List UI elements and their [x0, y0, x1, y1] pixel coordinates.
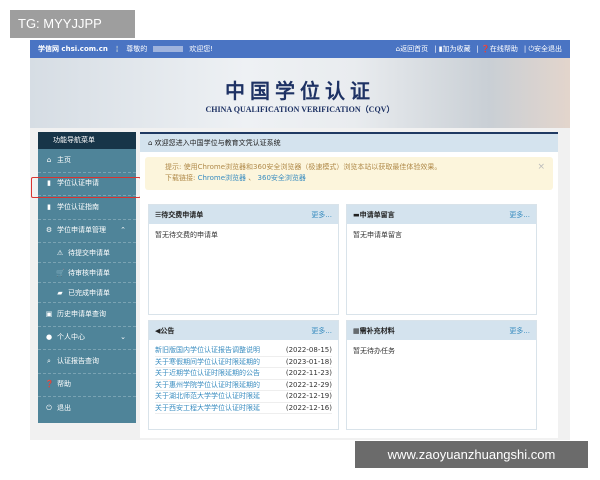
help-icon: ❓: [481, 45, 490, 53]
bookmark-link[interactable]: | ▮加为收藏: [434, 44, 470, 54]
logout-link[interactable]: | ⏻安全退出: [524, 44, 562, 54]
page-frame: 学信网 chsi.com.cn ¦ 尊敬的 欢迎您! ⌂返回首页 | ▮加为收藏…: [30, 40, 570, 440]
empty-text: 暂无待交费的申请单: [155, 231, 218, 239]
cart-icon: 🛒: [56, 268, 65, 277]
sidebar-item-personal-center[interactable]: ● 个人中心 ⌄: [38, 327, 136, 350]
watermark-top-left: TG: MYYJJPP: [10, 10, 135, 38]
chrome-download-link[interactable]: Chrome浏览器: [198, 174, 246, 182]
notices-panel: ◀ 公告 更多... 新旧版国内学位认证报告调整说明 (2022-08-15) 关于…: [148, 320, 339, 430]
main-content: ⌂ 欢迎您进入中国学位与教育文凭认证系统 提示: 使用Chrome浏览器和360…: [140, 132, 558, 438]
sidebar: 功能导航菜单 ⌂ 主页 ▮ 学位认证申请 ▮ 学位认证指南 ⚙ 学位申请单管理 ⌃ ⚠ 待提…: [38, 132, 136, 423]
site-link[interactable]: 学信网 chsi.com.cn: [38, 44, 108, 54]
gear-icon: ⚙: [45, 226, 53, 234]
search-icon: ⌕: [47, 356, 51, 365]
notice-item: 关于寒假期间学位认证时限延期的 (2023-01-18): [155, 357, 332, 368]
more-link[interactable]: 更多...: [311, 210, 332, 220]
alert-text: 提示: 使用Chrome浏览器和360安全浏览器（极速模式）浏览本站以获取最佳体…: [165, 163, 442, 171]
sidebar-header: 功能导航菜单: [38, 132, 136, 149]
chevron-up-icon: ⌃: [120, 226, 126, 234]
360-download-link[interactable]: 360安全浏览器: [258, 174, 306, 182]
notice-item: 关于惠州学院学位认证时限延期的 (2022-12-29): [155, 380, 332, 391]
browser-tip-alert: 提示: 使用Chrome浏览器和360安全浏览器（极速模式）浏览本站以获取最佳体…: [145, 157, 553, 190]
bookmark-icon: ▮: [47, 202, 51, 211]
empty-text: 暂无申请单留言: [353, 231, 402, 239]
sidebar-item-pending-review[interactable]: 🛒 待审核申请单: [38, 263, 136, 283]
home-link[interactable]: ⌂返回首页: [396, 44, 428, 54]
close-icon[interactable]: ×: [537, 162, 545, 173]
table-icon: ▦: [353, 326, 360, 335]
sidebar-item-history[interactable]: ▣ 历史申请单查询: [38, 303, 136, 327]
supplement-panel: ▦ 需补充材料 更多... 暂无待办任务: [346, 320, 537, 430]
highlight-box: [31, 177, 141, 198]
sidebar-item-logout[interactable]: ⏻ 退出: [38, 397, 136, 421]
top-bar: 学信网 chsi.com.cn ¦ 尊敬的 欢迎您! ⌂返回首页 | ▮加为收藏…: [30, 40, 570, 58]
comment-icon: ▬: [353, 210, 360, 219]
username-redacted: [153, 46, 184, 52]
notice-item: 关于近期学位认证时限延期的公告 (2022-11-23): [155, 368, 332, 380]
banner: 中国学位认证 CHINA QUALIFICATION VERIFICATION（…: [30, 58, 570, 128]
help-link[interactable]: | ❓在线帮助: [477, 44, 518, 54]
warning-icon: ⚠: [56, 248, 64, 257]
sidebar-item-application-management[interactable]: ⚙ 学位申请单管理 ⌃: [38, 220, 136, 243]
sidebar-item-home[interactable]: ⌂ 主页: [38, 149, 136, 173]
download-label: 下载链接:: [165, 174, 196, 182]
notice-item: 新旧版国内学位认证报告调整说明 (2022-08-15): [155, 345, 332, 357]
sidebar-item-guide[interactable]: ▮ 学位认证指南: [38, 196, 136, 220]
sidebar-item-pending-submit[interactable]: ⚠ 待提交申请单: [38, 243, 136, 263]
camera-icon: ▣: [45, 309, 53, 318]
empty-text: 暂无待办任务: [353, 347, 395, 355]
sidebar-item-help[interactable]: ❓ 帮助: [38, 374, 136, 397]
more-link[interactable]: 更多...: [509, 326, 530, 336]
help-icon: ❓: [45, 380, 54, 388]
user-icon: ●: [45, 333, 53, 341]
briefcase-icon: ▰: [57, 288, 63, 297]
sidebar-item-report-query[interactable]: ⌕ 认证报告查询: [38, 350, 136, 374]
more-link[interactable]: 更多...: [311, 326, 332, 336]
power-icon: ⏻: [46, 404, 52, 412]
notice-item: 关于湖北师范大学学位认证时限延 (2022-12-19): [155, 391, 332, 403]
greeting: 尊敬的: [126, 45, 148, 53]
banner-subtitle: CHINA QUALIFICATION VERIFICATION（CQV）: [205, 105, 395, 114]
notice-item: 关于西安工程大学学位认证时限延 (2022-12-16): [155, 403, 332, 414]
banner-title: 中国学位认证: [225, 79, 375, 103]
messages-panel: ▬ 申请单留言 更多... 暂无申请单留言: [346, 204, 537, 315]
home-icon: ⌂: [148, 139, 155, 147]
welcome-text: 欢迎您!: [189, 45, 214, 53]
chevron-down-icon: ⌄: [120, 333, 126, 341]
pending-payment-panel: ☰ 待交费申请单 更多... 暂无待交费的申请单: [148, 204, 339, 315]
breadcrumb: ⌂ 欢迎您进入中国学位与教育文凭认证系统: [140, 132, 558, 152]
more-link[interactable]: 更多...: [509, 210, 530, 220]
watermark-bottom-right: www.zaoyuanzhuangshi.com: [355, 441, 588, 468]
sidebar-item-completed[interactable]: ▰ 已完成申请单: [38, 283, 136, 303]
home-icon: ⌂: [46, 155, 52, 164]
